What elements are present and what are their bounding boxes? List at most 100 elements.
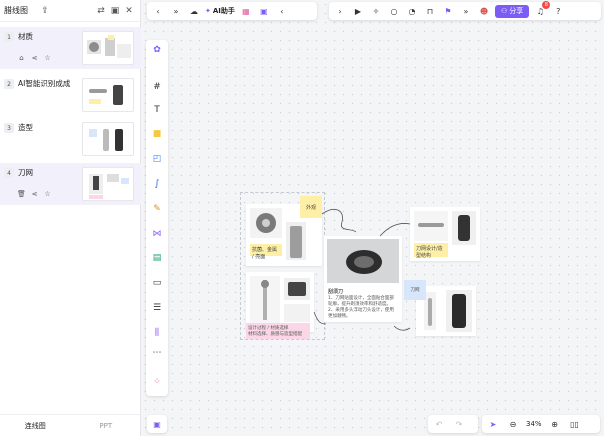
thumbnail-graphic xyxy=(89,174,129,199)
top-toolbar-left: ‹ » ☁ ✦ AI助手 ▦ ▣ ‹ xyxy=(147,2,317,20)
minimap-toggle-bar: ▣ xyxy=(147,415,167,433)
top-toolbar-right: › ▶ ✧ ○ ◔ ⊓ ⚑ » ☻ ⚇ 分享 ♫ 8 ? xyxy=(329,1,601,20)
sticky-note-tool-icon[interactable]: ■ xyxy=(149,126,165,142)
slide-number: 3 xyxy=(4,123,14,133)
template-icon[interactable]: ▦ xyxy=(239,4,253,18)
sticky-note-design[interactable]: 刀网设计/造型结构 xyxy=(414,243,448,259)
avatar[interactable]: ☻ xyxy=(477,4,491,18)
slide-thumbnail xyxy=(82,31,134,65)
cloud-icon[interactable]: ☁ xyxy=(187,4,201,18)
panel-header: 腊线图 ⇪ ⇄ ▣ ✕ xyxy=(0,0,140,22)
slide-title: 材质 xyxy=(18,32,33,41)
tab-mindmap[interactable]: 连线图 xyxy=(0,415,71,436)
help-icon[interactable]: ? xyxy=(551,4,565,18)
celebrate-icon[interactable]: ✧ xyxy=(369,4,383,18)
slide-number: 1 xyxy=(4,32,14,42)
sticky-note-process[interactable]: 设计过程 / 材质选择 材料选择、质感与造型搭配 xyxy=(246,323,310,339)
share-people-icon: ⚇ xyxy=(501,7,508,15)
more-chevron-icon[interactable]: » xyxy=(459,4,473,18)
tab-ppt[interactable]: PPT xyxy=(71,415,142,436)
stamp-icon[interactable]: ⊓ xyxy=(423,4,437,18)
slide-title: 造型 xyxy=(18,123,33,132)
delete-icon[interactable]: 🗑 xyxy=(17,190,26,198)
thumbnail-graphic xyxy=(89,85,123,105)
pen-tool-icon[interactable]: ✎ xyxy=(149,201,165,217)
slide-thumbnail xyxy=(82,78,134,112)
settings-sliders-icon[interactable]: ⇄ xyxy=(94,4,108,18)
comment-icon[interactable]: ▣ xyxy=(257,4,271,18)
present-icon[interactable]: ▣ xyxy=(108,4,122,18)
document-tool-icon[interactable]: ▭ xyxy=(149,275,165,291)
share-button-label: 分享 xyxy=(509,7,524,15)
thumbnail-graphic xyxy=(87,35,131,58)
slide-thumbnail xyxy=(82,122,134,156)
central-card-heading: 刮须刀 xyxy=(328,289,344,295)
central-card-image xyxy=(327,239,399,283)
central-card-line2: 2、采用多头浮动刀头设计，使用更加顺畅。 xyxy=(328,308,394,319)
mindmap-tool-icon[interactable]: ⋈ xyxy=(149,226,165,242)
connector-tool-icon[interactable]: ∫ xyxy=(149,176,165,192)
apps-icon[interactable]: ⁘ xyxy=(149,374,165,390)
central-card[interactable]: 刮须刀 1、刀网贴面设计，全面贴合面部轮廓，提升剃须效率和舒适度。 2、采用多头… xyxy=(324,236,402,322)
slide-title: AI智能识别成成 xyxy=(18,79,71,88)
chevrons-down-icon[interactable]: » xyxy=(169,4,183,18)
share-button[interactable]: ⚇ 分享 xyxy=(495,4,530,18)
frame-tool-icon[interactable]: # xyxy=(149,79,165,95)
whiteboard-canvas[interactable] xyxy=(141,0,604,436)
table-tool-icon[interactable]: ▤ xyxy=(149,250,165,266)
collapse-left-icon[interactable]: ‹ xyxy=(151,4,165,18)
flag-icon[interactable]: ⚑ xyxy=(441,4,455,18)
share-icon[interactable]: ⋖ xyxy=(30,190,39,198)
zoom-bar: ➤ ⊖ 34% ⊕ ▯▯ xyxy=(482,415,600,433)
drawing-toolbar: ✿ # T ■ ◰ ∫ ✎ ⋈ ▤ ▭ ☰ ⫼ ⋯ ⁘ xyxy=(146,40,168,396)
ai-assistant-button[interactable]: ✦ AI助手 xyxy=(205,6,235,16)
delete-icon[interactable]: ☆ xyxy=(43,54,52,62)
notification-badge: 8 xyxy=(542,1,551,9)
slide-item-4[interactable]: 4 刀网 🗑 ⋖ ☆ xyxy=(0,163,141,205)
kanban-tool-icon[interactable]: ⫼ xyxy=(149,325,165,341)
slide-item-2[interactable]: 2 AI智能识别成成 xyxy=(0,74,141,116)
export-icon[interactable]: ⇪ xyxy=(38,4,52,18)
undo-icon[interactable]: ↶ xyxy=(432,417,446,431)
ai-assistant-label: AI助手 xyxy=(212,7,235,15)
panel-footer-tabs: 连线图 PPT xyxy=(0,414,141,436)
chat-bubble-icon[interactable]: ○ xyxy=(387,4,401,18)
list-tool-icon[interactable]: ☰ xyxy=(149,300,165,316)
slide-item-3[interactable]: 3 造型 xyxy=(0,118,141,160)
more-tools-icon[interactable]: ⋯ xyxy=(149,345,165,361)
slide-number: 2 xyxy=(4,79,14,89)
redo-icon[interactable]: ↷ xyxy=(452,417,466,431)
shape-tool-icon[interactable]: ◰ xyxy=(149,151,165,167)
minimap-icon[interactable]: ▣ xyxy=(150,417,164,431)
pin-icon[interactable]: ☆ xyxy=(43,190,52,198)
zoom-in-icon[interactable]: ⊕ xyxy=(548,417,562,431)
slide-thumbnail xyxy=(82,167,134,201)
timer-icon[interactable]: ◔ xyxy=(405,4,419,18)
share-icon[interactable]: ⋖ xyxy=(30,54,39,62)
book-icon[interactable]: ▯▯ xyxy=(568,417,582,431)
slide-title: 刀网 xyxy=(18,168,33,177)
central-card-line1: 1、刀网贴面设计，全面贴合面部轮廓，提升剃须效率和舒适度。 xyxy=(328,296,394,307)
thumbnail-graphic xyxy=(89,129,123,151)
notification-bell-icon[interactable]: ♫ 8 xyxy=(533,1,551,18)
expand-icon[interactable]: › xyxy=(333,4,347,18)
edit-icon[interactable]: ⌂ xyxy=(17,54,26,62)
undo-redo-bar: ↶ ↷ xyxy=(428,415,478,433)
sticky-note-material[interactable]: 抗菌、金属 / 亮面 xyxy=(250,244,282,260)
close-icon[interactable]: ✕ xyxy=(122,4,136,18)
zoom-level[interactable]: 34% xyxy=(526,420,542,428)
slide-item-1[interactable]: 1 材质 ⌂ ⋖ ☆ xyxy=(0,27,141,69)
slide-panel: 腊线图 ⇪ ⇄ ▣ ✕ 1 材质 ⌂ ⋖ ☆ 2 AI智能识别成成 3 造型 4… xyxy=(0,0,141,436)
zoom-out-icon[interactable]: ⊖ xyxy=(506,417,520,431)
sticky-pink-line2: 材料选择、质感与造型搭配 xyxy=(248,332,302,337)
select-tool-icon[interactable]: ✿ xyxy=(149,42,165,58)
text-tool-icon[interactable]: T xyxy=(149,102,165,118)
sticky-note-appearance[interactable]: 外观 xyxy=(300,196,322,218)
sticky-note-blade[interactable]: 刀网 xyxy=(404,280,426,300)
slide-number: 4 xyxy=(4,168,14,178)
collapse-toolbar-icon[interactable]: ‹ xyxy=(275,4,289,18)
ai-logo-icon: ✦ xyxy=(205,7,211,15)
pointer-icon[interactable]: ➤ xyxy=(486,417,500,431)
play-icon[interactable]: ▶ xyxy=(351,4,365,18)
panel-title: 腊线图 xyxy=(4,6,28,15)
